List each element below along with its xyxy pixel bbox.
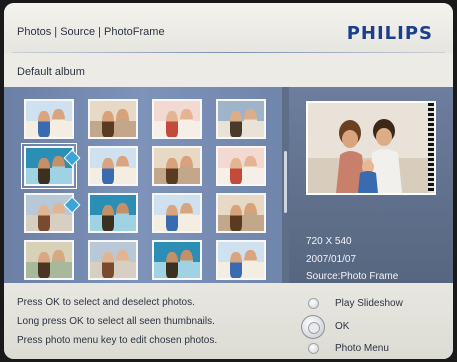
thumbnail[interactable] bbox=[88, 193, 138, 233]
preview-photo bbox=[306, 101, 436, 195]
thumbnail[interactable] bbox=[216, 240, 266, 280]
thumbnail-figure bbox=[244, 109, 257, 137]
photo-date: 2007/01/07 bbox=[306, 254, 357, 265]
thumbnail-figure bbox=[102, 205, 114, 231]
thumbnail-figure bbox=[230, 111, 242, 137]
thumbnail-figure bbox=[38, 252, 50, 278]
thumbnail-figure bbox=[230, 252, 242, 278]
thumbnail[interactable] bbox=[21, 143, 77, 189]
thumbnail[interactable] bbox=[152, 99, 202, 139]
thumbnail-figure bbox=[52, 203, 65, 231]
thumbnail-figure bbox=[116, 156, 129, 184]
filmstrip-edge bbox=[428, 103, 434, 193]
ok-button-icon[interactable] bbox=[301, 315, 325, 339]
thumbnail-figure bbox=[52, 156, 65, 184]
photo-resolution: 720 X 540 bbox=[306, 236, 352, 247]
preview-photo-art bbox=[308, 103, 434, 193]
thumbnail[interactable] bbox=[88, 99, 138, 139]
menu-item-play-slideshow[interactable]: Play Slideshow bbox=[335, 298, 403, 309]
thumbnail-figure bbox=[38, 205, 50, 231]
thumbnail-figure bbox=[180, 250, 193, 278]
thumbnail-figure bbox=[230, 205, 242, 231]
menu-item-ok[interactable]: OK bbox=[335, 321, 349, 332]
menu-item-photo-menu[interactable]: Photo Menu bbox=[335, 343, 389, 354]
thumbnail-figure bbox=[52, 109, 65, 137]
thumbnail[interactable] bbox=[88, 146, 138, 186]
thumbnail[interactable] bbox=[24, 99, 74, 139]
thumbnail-figure bbox=[180, 203, 193, 231]
help-line-3: Press photo menu key to edit chosen phot… bbox=[17, 335, 218, 346]
thumbnail[interactable] bbox=[88, 240, 138, 280]
thumbnail-figure bbox=[102, 158, 114, 184]
scrollbar-thumb[interactable] bbox=[284, 151, 287, 213]
thumbnail[interactable] bbox=[152, 146, 202, 186]
thumbnail-figure bbox=[244, 250, 257, 278]
thumbnail-figure bbox=[244, 156, 257, 184]
play-slideshow-radio[interactable] bbox=[308, 298, 319, 309]
thumbnail-figure bbox=[230, 158, 242, 184]
thumbnail-figure bbox=[116, 109, 129, 137]
thumbnail[interactable] bbox=[216, 99, 266, 139]
album-title: Default album bbox=[17, 66, 85, 78]
thumbnail-figure bbox=[38, 158, 50, 184]
photo-frame-screen: Photos | Source | PhotoFrame PHILIPS Def… bbox=[4, 3, 453, 359]
header-divider bbox=[12, 52, 445, 53]
photo-source: Source:Photo Frame bbox=[306, 271, 399, 282]
thumbnail[interactable] bbox=[152, 193, 202, 233]
thumbnail-figure bbox=[38, 111, 50, 137]
brand-logo: PHILIPS bbox=[346, 23, 433, 44]
thumbnail-figure bbox=[166, 158, 178, 184]
thumbnail[interactable] bbox=[24, 193, 74, 233]
thumbnail-figure bbox=[166, 205, 178, 231]
photo-menu-radio[interactable] bbox=[308, 343, 319, 354]
thumbnail[interactable] bbox=[216, 146, 266, 186]
thumbnail-figure bbox=[102, 111, 114, 137]
thumbnail-figure bbox=[180, 109, 193, 137]
thumbnail-figure bbox=[116, 203, 129, 231]
thumbnail[interactable] bbox=[216, 193, 266, 233]
thumbnail-figure bbox=[52, 250, 65, 278]
thumbnail-figure bbox=[166, 111, 178, 137]
thumbnail-figure bbox=[116, 250, 129, 278]
header: Photos | Source | PhotoFrame PHILIPS bbox=[4, 3, 453, 53]
thumbnail-figure bbox=[102, 252, 114, 278]
breadcrumb: Photos | Source | PhotoFrame bbox=[17, 26, 165, 38]
help-line-1: Press OK to select and deselect photos. bbox=[17, 297, 195, 308]
thumbnail[interactable] bbox=[24, 240, 74, 280]
help-line-2: Long press OK to select all seen thumbna… bbox=[17, 316, 215, 327]
thumbnail-figure bbox=[180, 156, 193, 184]
thumbnail-figure bbox=[166, 252, 178, 278]
thumbnail-figure bbox=[244, 203, 257, 231]
thumbnail[interactable] bbox=[152, 240, 202, 280]
